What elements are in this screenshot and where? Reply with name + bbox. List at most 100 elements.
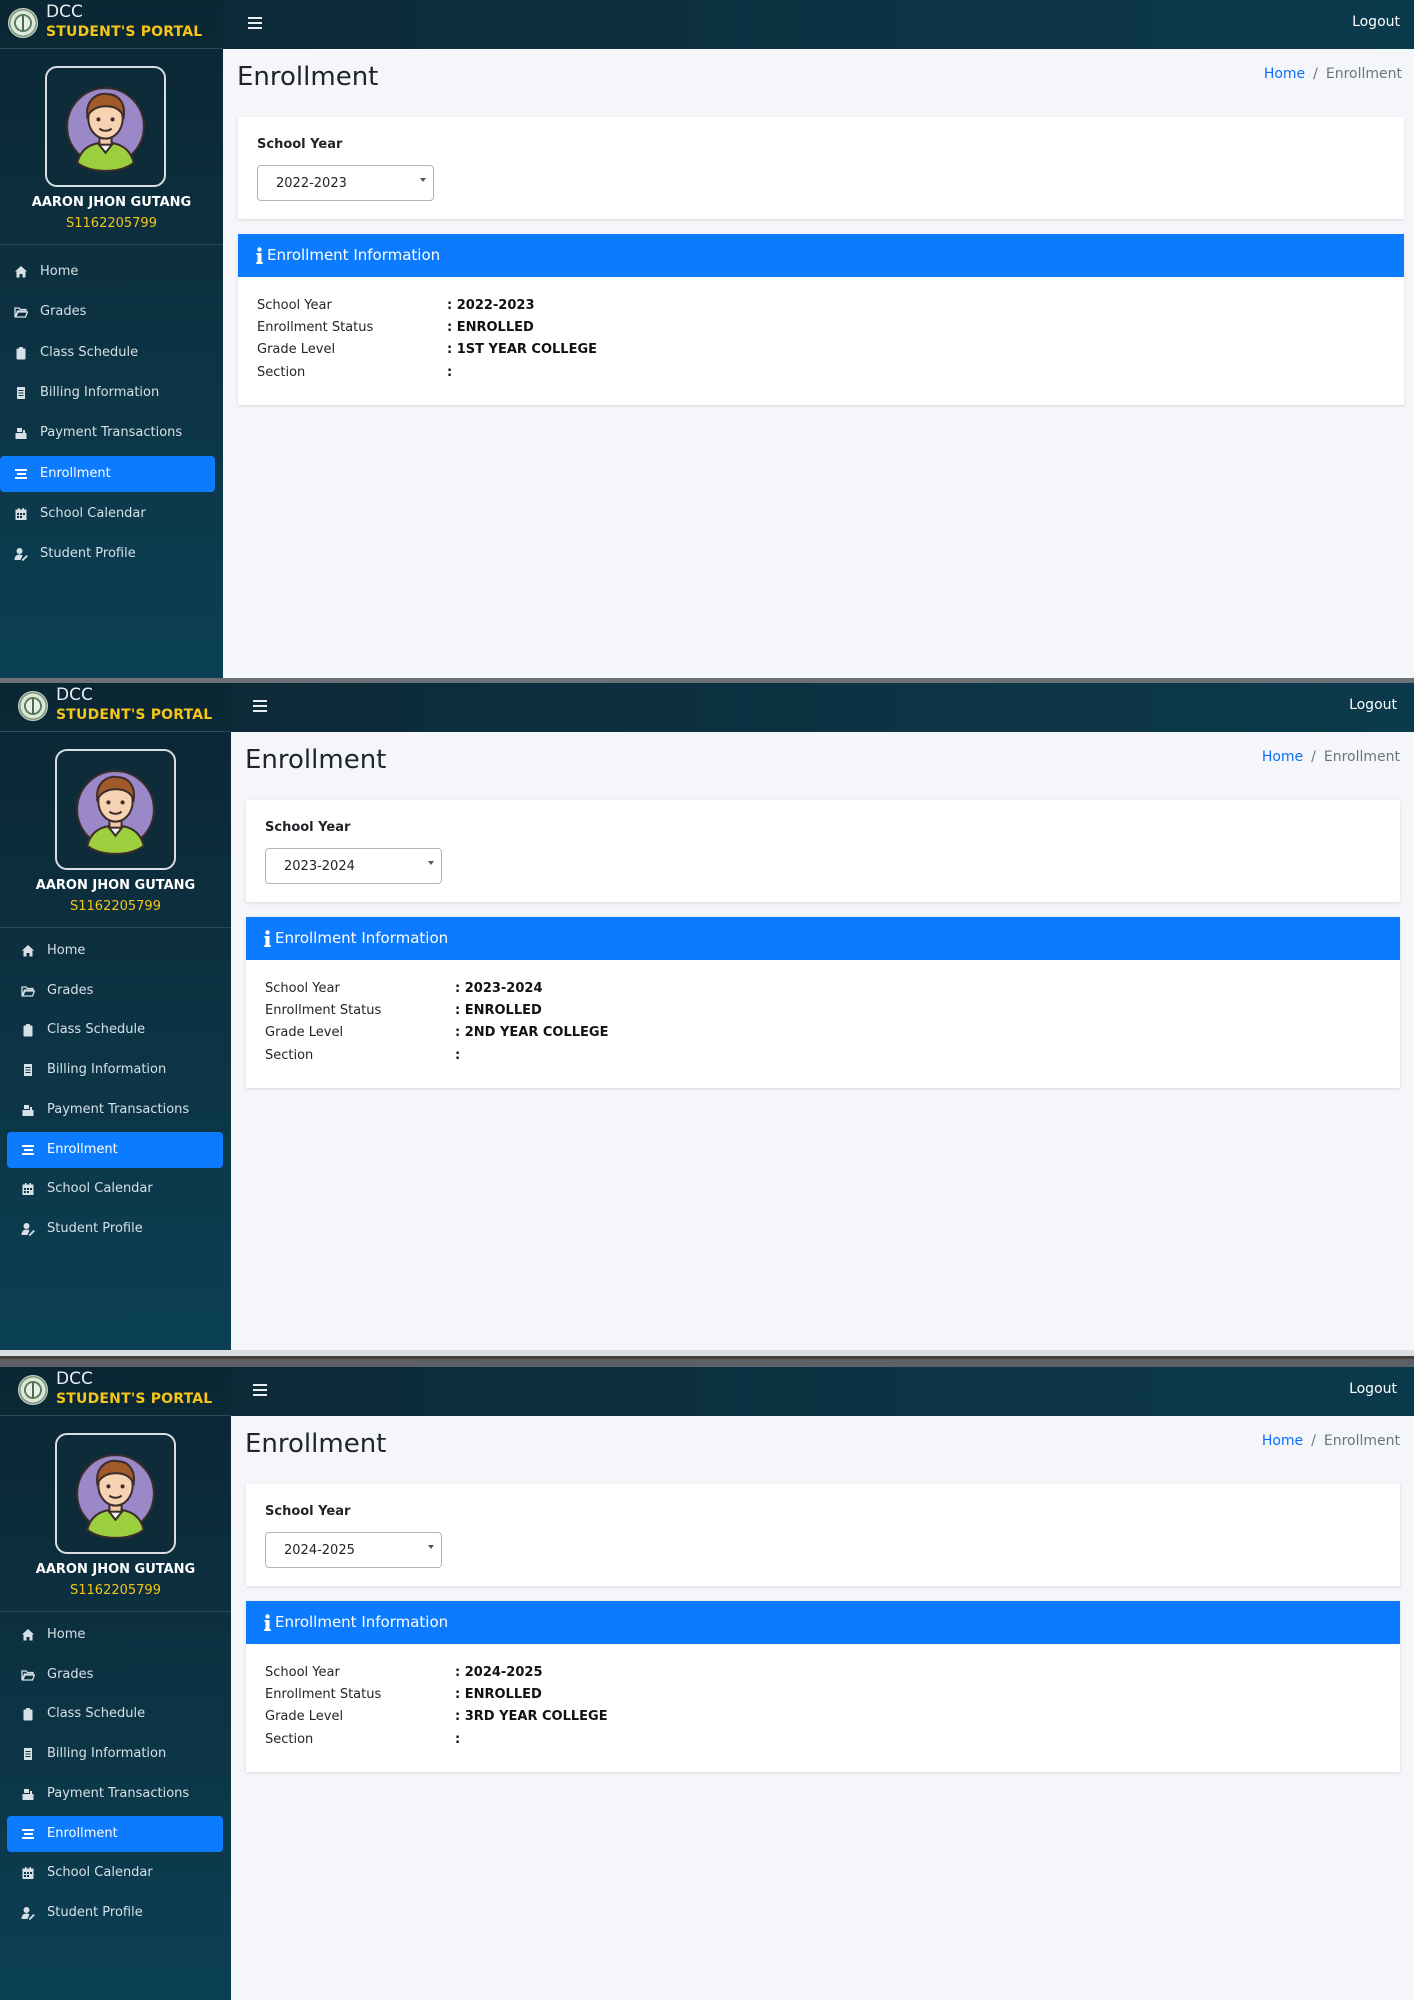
sidebar-item-school-calendar[interactable]: School Calendar bbox=[7, 1171, 223, 1207]
avatar bbox=[45, 66, 166, 187]
document-icon bbox=[21, 1063, 35, 1077]
cash-register-icon bbox=[21, 1787, 35, 1801]
menu-toggle-icon[interactable] bbox=[253, 700, 267, 714]
sidebar-item-grades[interactable]: Grades bbox=[7, 1657, 223, 1693]
info-label-school-year: School Year bbox=[265, 981, 340, 996]
page-title: Enrollment bbox=[245, 1429, 387, 1459]
sidebar-item-student-profile[interactable]: Student Profile bbox=[0, 536, 215, 572]
sidebar-item-billing-information[interactable]: Billing Information bbox=[7, 1052, 223, 1088]
breadcrumb: Home / Enrollment bbox=[1262, 1433, 1400, 1449]
sidebar-item-payment-transactions[interactable]: Payment Transactions bbox=[0, 415, 215, 451]
breadcrumb-separator: / bbox=[1311, 1433, 1316, 1449]
sidebar-item-label: Student Profile bbox=[40, 546, 136, 561]
school-year-select[interactable]: 2022-2023 bbox=[257, 165, 434, 201]
sidebar-item-enrollment[interactable]: Enrollment bbox=[7, 1816, 223, 1852]
breadcrumb-current: Enrollment bbox=[1323, 1433, 1400, 1449]
breadcrumb-home-link[interactable]: Home bbox=[1264, 66, 1305, 82]
sidebar-item-payment-transactions[interactable]: Payment Transactions bbox=[7, 1092, 223, 1128]
school-seal-logo bbox=[8, 8, 38, 38]
user-name: AARON JHON GUTANG bbox=[35, 1562, 196, 1577]
breadcrumb-current: Enrollment bbox=[1325, 66, 1402, 82]
school-year-card: School Year 2024-2025 bbox=[246, 1484, 1400, 1586]
sidebar-item-label: School Calendar bbox=[40, 506, 146, 521]
user-name: AARON JHON GUTANG bbox=[31, 195, 192, 210]
info-label-status: Enrollment Status bbox=[265, 1003, 382, 1018]
folder-open-icon bbox=[21, 984, 36, 998]
sidebar-item-student-profile[interactable]: Student Profile bbox=[7, 1211, 223, 1247]
sidebar-item-home[interactable]: Home bbox=[7, 1617, 223, 1653]
sidebar-item-label: Student Profile bbox=[47, 1905, 143, 1920]
info-value-section: : bbox=[455, 1732, 461, 1747]
sidebar-item-student-profile[interactable]: Student Profile bbox=[7, 1895, 223, 1931]
school-year-select-value: 2022-2023 bbox=[276, 176, 347, 191]
sidebar-item-billing-information[interactable]: Billing Information bbox=[7, 1736, 223, 1772]
user-id: S1162205799 bbox=[70, 899, 161, 914]
sidebar: DCC STUDENT'S PORTAL AARON JHON GUTANG S116… bbox=[0, 683, 231, 1350]
sidebar: DCC STUDENT'S PORTAL AARON JHON GUTANG S116… bbox=[0, 1367, 231, 2000]
sidebar-item-school-calendar[interactable]: School Calendar bbox=[7, 1855, 223, 1891]
chevron-down-icon bbox=[428, 1545, 434, 1549]
breadcrumb-home-link[interactable]: Home bbox=[1262, 749, 1303, 765]
page-title: Enrollment bbox=[237, 62, 379, 92]
user-name: AARON JHON GUTANG bbox=[35, 878, 196, 893]
calendar-icon bbox=[14, 507, 28, 521]
sidebar-item-class-schedule[interactable]: Class Schedule bbox=[0, 335, 215, 371]
screen-panel: DCC STUDENT'S PORTAL AARON JHON GUTANG S116… bbox=[0, 683, 1414, 1350]
sidebar-item-label: Student Profile bbox=[47, 1221, 143, 1236]
sidebar-item-label: Home bbox=[47, 943, 86, 958]
brand-title: DCC bbox=[56, 1369, 93, 1389]
breadcrumb: Home / Enrollment bbox=[1264, 66, 1402, 82]
document-icon bbox=[21, 1747, 35, 1761]
menu-toggle-icon[interactable] bbox=[248, 17, 262, 31]
sidebar-divider bbox=[0, 1611, 231, 1612]
logout-link[interactable]: Logout bbox=[1352, 14, 1400, 30]
sidebar-item-class-schedule[interactable]: Class Schedule bbox=[7, 1012, 223, 1048]
brand[interactable]: DCC STUDENT'S PORTAL bbox=[0, 683, 231, 732]
chevron-down-icon bbox=[420, 178, 426, 182]
brand-title: DCC bbox=[56, 685, 93, 705]
school-seal-logo bbox=[18, 1375, 48, 1405]
info-label-status: Enrollment Status bbox=[265, 1687, 382, 1702]
enrollment-info-header: Enrollment Information bbox=[238, 234, 1404, 277]
menu-toggle-icon[interactable] bbox=[253, 1384, 267, 1398]
school-year-label: School Year bbox=[265, 820, 351, 835]
school-year-select[interactable]: 2024-2025 bbox=[265, 1532, 442, 1568]
info-label-grade-level: Grade Level bbox=[257, 342, 336, 357]
home-icon bbox=[14, 265, 28, 279]
sidebar-item-grades[interactable]: Grades bbox=[0, 294, 215, 330]
logout-link[interactable]: Logout bbox=[1349, 1381, 1397, 1397]
sidebar-item-label: School Calendar bbox=[47, 1181, 153, 1196]
info-label-grade-level: Grade Level bbox=[265, 1709, 344, 1724]
sidebar-item-label: Payment Transactions bbox=[47, 1102, 190, 1117]
sidebar-item-grades[interactable]: Grades bbox=[7, 973, 223, 1009]
sidebar-item-enrollment[interactable]: Enrollment bbox=[0, 456, 215, 492]
brand[interactable]: DCC STUDENT'S PORTAL bbox=[0, 0, 223, 49]
breadcrumb-separator: / bbox=[1311, 749, 1316, 765]
info-icon bbox=[264, 930, 271, 948]
sidebar-item-billing-information[interactable]: Billing Information bbox=[0, 375, 215, 411]
sidebar-item-school-calendar[interactable]: School Calendar bbox=[0, 496, 215, 532]
breadcrumb-home-link[interactable]: Home bbox=[1262, 1433, 1303, 1449]
sidebar-item-home[interactable]: Home bbox=[0, 254, 215, 290]
sidebar-item-payment-transactions[interactable]: Payment Transactions bbox=[7, 1776, 223, 1812]
sidebar-item-label: Payment Transactions bbox=[40, 425, 183, 440]
list-icon bbox=[21, 1827, 35, 1841]
user-edit-icon bbox=[14, 547, 28, 561]
top-navbar: Logout bbox=[223, 0, 1414, 49]
top-navbar: Logout bbox=[231, 1367, 1414, 1416]
brand[interactable]: DCC STUDENT'S PORTAL bbox=[0, 1367, 231, 1416]
sidebar-item-home[interactable]: Home bbox=[7, 933, 223, 969]
sidebar-item-label: Grades bbox=[47, 1667, 94, 1682]
logout-link[interactable]: Logout bbox=[1349, 697, 1397, 713]
chevron-down-icon bbox=[428, 861, 434, 865]
brand-subtitle: STUDENT'S PORTAL bbox=[56, 707, 213, 723]
info-label-status: Enrollment Status bbox=[257, 320, 374, 335]
sidebar-item-enrollment[interactable]: Enrollment bbox=[7, 1132, 223, 1168]
cash-register-icon bbox=[21, 1103, 35, 1117]
sidebar-item-class-schedule[interactable]: Class Schedule bbox=[7, 1696, 223, 1732]
enrollment-info-header: Enrollment Information bbox=[246, 917, 1400, 960]
info-icon bbox=[256, 247, 263, 265]
info-value-status: : ENROLLED bbox=[455, 1003, 542, 1018]
sidebar-item-label: Home bbox=[40, 264, 79, 279]
school-year-select[interactable]: 2023-2024 bbox=[265, 848, 442, 884]
